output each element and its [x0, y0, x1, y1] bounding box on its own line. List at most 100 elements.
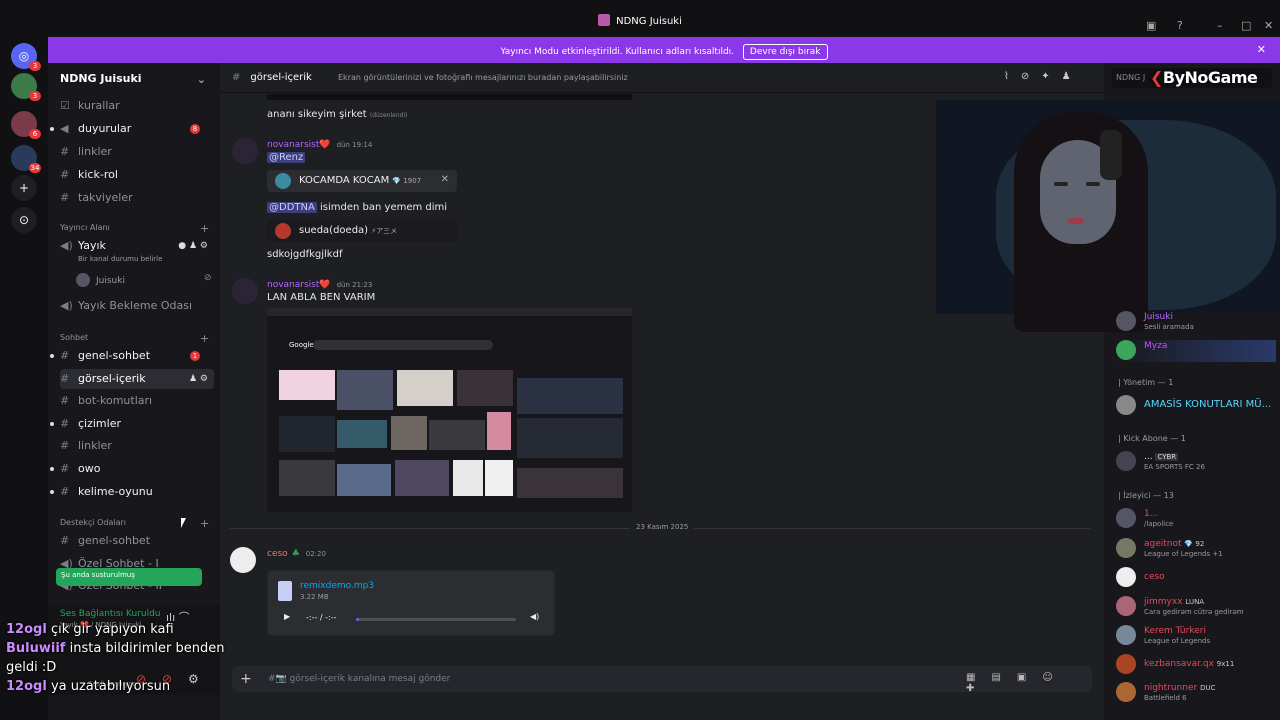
maximize-icon[interactable]: □	[1241, 19, 1251, 32]
avatar[interactable]	[230, 547, 256, 573]
pin-icon[interactable]: ✦	[1041, 71, 1061, 82]
server-avatar-icon[interactable]: 3	[11, 73, 41, 101]
audio-progress[interactable]	[356, 618, 516, 621]
member-item[interactable]: ceso	[1116, 567, 1276, 589]
voice-channel-yayik[interactable]: ◀) Yayık ● ♟ ⚙	[60, 236, 214, 256]
category-label: Destekçi Odaları	[60, 518, 127, 527]
add-channel-icon[interactable]: +	[200, 332, 209, 345]
member-item[interactable]: 1.../lapolice	[1116, 508, 1276, 530]
member-item[interactable]: ... CYBR EA SPORTS FC 26	[1116, 451, 1276, 473]
composer-placeholder[interactable]: #📷 görsel-içerik kanalına mesaj gönder	[268, 674, 450, 684]
help-icon[interactable]: ?	[1177, 19, 1183, 32]
category-destekci-odalari[interactable]: Destekçi Odaları +	[60, 517, 209, 530]
category-yayinci-alani[interactable]: Yayıncı Alanı +	[60, 222, 209, 235]
member-item[interactable]: nightrunner DUC Battlefield 6	[1116, 682, 1276, 704]
member-item[interactable]: jimmyxx LUNA Cara gedirəm cütrə gedirəm	[1116, 596, 1276, 618]
channel-destek-genel-sohbet[interactable]: # genel-sohbet	[60, 531, 214, 551]
close-icon[interactable]: ✕	[441, 174, 449, 185]
member-name: ceso	[1144, 572, 1165, 582]
channel-takviyeler[interactable]: # takviyeler	[60, 188, 214, 208]
inbox-icon[interactable]: ▣	[1146, 19, 1156, 32]
member-item[interactable]: Juisuki Sesli aramada	[1116, 311, 1276, 333]
timestamp: dün 19:14	[336, 141, 373, 149]
member-item[interactable]: AMASİS KONUTLARI MÜ...	[1116, 395, 1276, 417]
chat-line: Buluwiif insta bildirimler benden	[6, 639, 224, 658]
channel-settings-icon[interactable]: ♟ ⚙	[189, 369, 208, 389]
user-embed[interactable]: KOCAMDA KOCAM 💎 1907 ✕	[267, 170, 457, 192]
channel-gorsel-icerik[interactable]: # görsel-içerik ♟ ⚙	[60, 369, 214, 389]
channel-bot-komutlari[interactable]: # bot-komutları	[60, 391, 214, 411]
image-attachment[interactable]: Google	[267, 308, 632, 512]
channel-linkler-2[interactable]: # linkler	[60, 436, 214, 456]
channel-topic[interactable]: Ekran görüntülerinizi ve fotoğraflı mesa…	[338, 73, 628, 82]
member-status: League of Legends	[1144, 637, 1211, 645]
avatar[interactable]	[232, 138, 258, 164]
chat-message: insta bildirimler benden	[69, 641, 225, 656]
add-channel-icon[interactable]: +	[200, 517, 209, 530]
thumbnail	[279, 370, 335, 400]
mention[interactable]: @Renz	[267, 152, 306, 163]
avatar	[1116, 567, 1136, 587]
add-attachment-icon[interactable]: +	[240, 671, 252, 687]
minimize-icon[interactable]: –	[1217, 19, 1223, 32]
lips	[1068, 218, 1084, 224]
message-composer[interactable]: + #📷 görsel-içerik kanalına mesaj gönder…	[232, 666, 1092, 694]
voice-channel-actions-icon[interactable]: ● ♟ ⚙	[178, 236, 208, 256]
channel-kick-rol[interactable]: # kick-rol	[60, 165, 214, 185]
server-header[interactable]: NDNG Juisuki ⌄	[48, 63, 220, 93]
voice-channel-bekleme[interactable]: ◀) Yayık Bekleme Odası	[60, 296, 214, 316]
server-avatar-icon[interactable]: 6	[11, 111, 41, 139]
avatar[interactable]	[232, 278, 258, 304]
volume-icon[interactable]: ◀)	[530, 612, 539, 621]
member-item[interactable]: ageitnot 💎 92 League of Legends +1	[1116, 538, 1276, 560]
discord-logo-icon[interactable]: ◎ 3	[11, 43, 41, 71]
gift-icon[interactable]: ▦	[966, 672, 991, 683]
channel-label: owo	[78, 462, 101, 475]
user-embed[interactable]: sueda(doeda) ⚡ア三メ	[267, 220, 457, 242]
voice-user[interactable]: Juisuki ⊘	[76, 273, 212, 287]
gif-icon[interactable]: ▤	[991, 672, 1016, 683]
avatar	[1116, 538, 1136, 558]
disable-streamer-mode-button[interactable]: Devre dışı bırak	[742, 44, 828, 60]
channel-duyurular[interactable]: ◀ duyurular 8	[50, 119, 214, 139]
avatar	[1116, 395, 1136, 415]
channel-genel-sohbet[interactable]: # genel-sohbet 1	[50, 346, 214, 366]
apps-icon[interactable]: ✚	[966, 683, 990, 694]
members-icon[interactable]: ♟	[1062, 71, 1083, 82]
tooltip-text: Şu anda susturulmuş	[61, 571, 135, 579]
server-avatar-icon[interactable]: 34	[11, 145, 41, 173]
member-item[interactable]: Myza	[1116, 340, 1276, 362]
member-name: Juisuki	[1144, 312, 1173, 322]
add-server-icon[interactable]: +	[11, 175, 37, 201]
channel-linkler[interactable]: # linkler	[60, 142, 214, 162]
close-window-icon[interactable]: ✕	[1264, 19, 1273, 32]
member-item[interactable]: kezbansavar.qx 9x11	[1116, 654, 1276, 676]
mention[interactable]: @DDTNA	[267, 202, 317, 213]
channel-cizimler[interactable]: # çizimler	[50, 414, 214, 434]
threads-icon[interactable]: ⌇	[1004, 71, 1021, 82]
username[interactable]: ceso	[267, 549, 288, 559]
channel-kurallar[interactable]: ☑ kurallar	[60, 96, 214, 116]
thumbnail	[395, 460, 449, 496]
hash-icon: #	[60, 417, 70, 430]
hash-icon: #	[60, 145, 70, 158]
sticker-icon[interactable]: ▣	[1017, 672, 1042, 683]
mute-icon[interactable]: ⊘	[1021, 71, 1041, 82]
avatar	[1116, 596, 1136, 616]
close-banner-icon[interactable]: ✕	[1257, 43, 1266, 56]
file-name-link[interactable]: remixdemo.mp3	[300, 581, 374, 591]
member-name: ageitnot	[1144, 539, 1182, 549]
channel-owo[interactable]: # owo	[50, 459, 214, 479]
thumbnail	[453, 460, 483, 496]
username[interactable]: novanarsist❤️	[267, 140, 331, 150]
play-icon[interactable]: ▶	[284, 612, 290, 621]
category-sohbet[interactable]: Sohbet +	[60, 332, 209, 345]
emoji-icon[interactable]: ☺	[1042, 672, 1068, 683]
member-item[interactable]: Kerem Türkeri League of Legends	[1116, 625, 1276, 647]
voice-status-text[interactable]: Bir kanal durumu belirle	[78, 255, 162, 263]
explore-icon[interactable]: ⊙	[11, 207, 37, 233]
channel-kelime-oyunu[interactable]: # kelime-oyunu	[50, 482, 214, 502]
add-channel-icon[interactable]: +	[200, 222, 209, 235]
date-label: 23 Kasım 2025	[630, 523, 695, 531]
username[interactable]: novanarsist❤️	[267, 280, 331, 290]
